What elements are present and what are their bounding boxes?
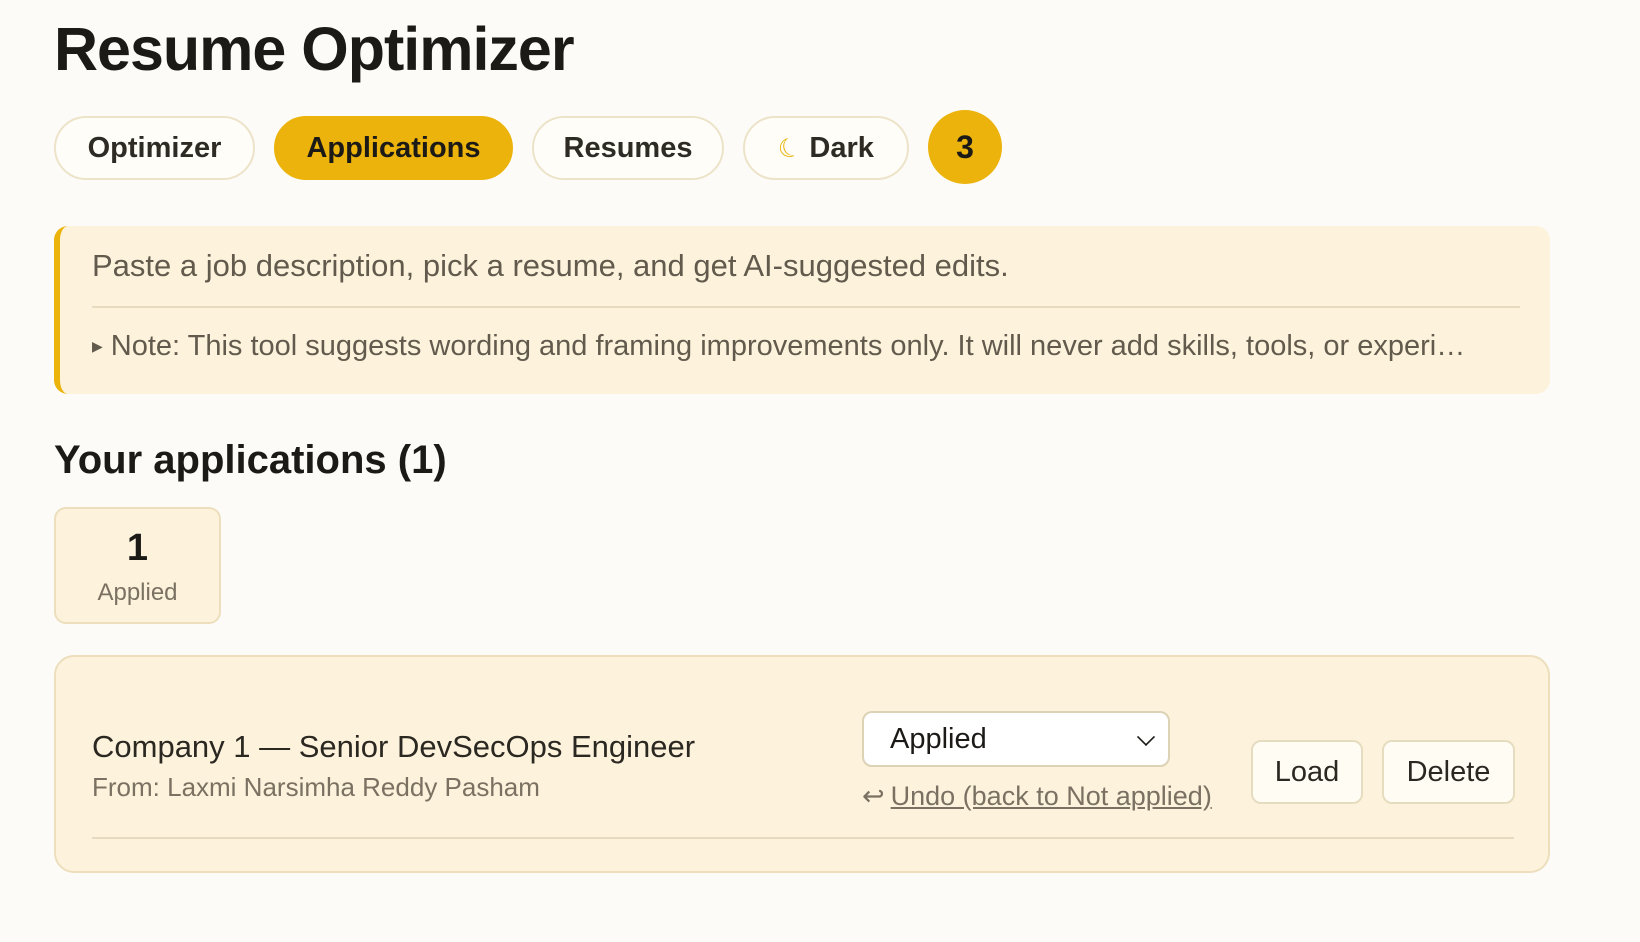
note-disclosure[interactable]: ▶ Note: This tool suggests wording and fr…	[92, 330, 1522, 363]
delete-button[interactable]: Delete	[1382, 740, 1515, 804]
stat-value: 1	[126, 527, 149, 569]
load-button[interactable]: Load	[1251, 740, 1363, 804]
application-card: Company 1 — Senior DevSecOps Engineer Fr…	[54, 655, 1550, 873]
tab-resumes[interactable]: Resumes	[532, 116, 724, 180]
status-value: Applied	[890, 722, 987, 755]
dark-mode-label: Dark	[809, 131, 874, 164]
info-divider	[92, 306, 1520, 308]
tab-applications[interactable]: Applications	[274, 116, 513, 180]
application-source: From: Laxmi Narsimha Reddy Pasham	[92, 772, 540, 802]
status-select[interactable]: Applied	[862, 711, 1170, 767]
applications-heading: Your applications (1)	[54, 438, 447, 482]
main-nav: Optimizer Applications Resumes ☾ Dark 3	[54, 110, 1002, 184]
application-title: Company 1 — Senior DevSecOps Engineer	[92, 729, 696, 764]
tab-optimizer[interactable]: Optimizer	[54, 116, 255, 180]
card-divider	[92, 837, 1514, 839]
undo-link[interactable]: ↩ Undo (back to Not applied)	[862, 781, 1212, 812]
dark-mode-toggle[interactable]: ☾ Dark	[743, 116, 909, 180]
info-panel: Paste a job description, pick a resume, …	[54, 226, 1550, 394]
undo-arrow-icon: ↩	[862, 781, 885, 811]
moon-icon: ☾	[773, 129, 806, 166]
note-text: Note: This tool suggests wording and fra…	[110, 330, 1466, 362]
intro-text: Paste a job description, pick a resume, …	[92, 248, 1009, 283]
disclosure-triangle-icon: ▶	[92, 338, 103, 354]
stat-card-applied: 1 Applied	[54, 507, 221, 624]
stat-label: Applied	[97, 579, 178, 606]
undo-label: Undo (back to Not applied)	[890, 781, 1212, 811]
app-title: Resume Optimizer	[54, 15, 575, 83]
chevron-down-icon	[1136, 727, 1156, 747]
count-badge[interactable]: 3	[928, 110, 1002, 184]
